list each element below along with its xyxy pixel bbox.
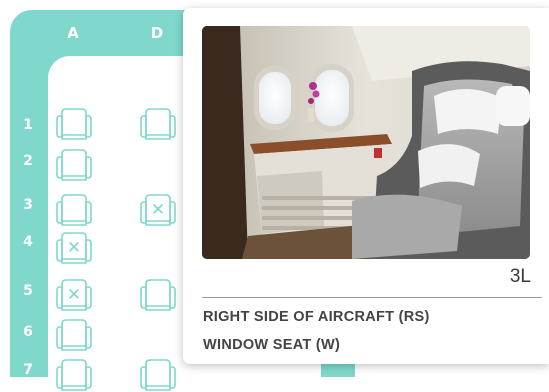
row-label-5: 5 bbox=[23, 283, 33, 299]
occupied-mark-icon: ✕ bbox=[66, 285, 82, 305]
seat-2a[interactable] bbox=[54, 148, 94, 182]
seat-side-description: RIGHT SIDE OF AIRCRAFT (RS) bbox=[203, 309, 430, 325]
occupied-mark-icon: ✕ bbox=[150, 200, 166, 220]
seat-5a: ✕ bbox=[54, 278, 94, 312]
row-label-6: 6 bbox=[23, 324, 33, 340]
column-label-a: A bbox=[67, 24, 79, 42]
seat-7d[interactable] bbox=[138, 358, 178, 392]
seat-5d[interactable] bbox=[138, 278, 178, 312]
occupied-mark-icon: ✕ bbox=[66, 238, 82, 258]
row-label-3: 3 bbox=[23, 197, 33, 213]
row-label-2: 2 bbox=[23, 153, 33, 169]
divider bbox=[202, 297, 542, 298]
seat-1d[interactable] bbox=[138, 107, 178, 141]
seat-type-description: WINDOW SEAT (W) bbox=[203, 337, 341, 353]
seat-3d: ✕ bbox=[138, 193, 178, 227]
seat-4a: ✕ bbox=[54, 231, 94, 265]
seat-6a[interactable] bbox=[54, 318, 94, 352]
seat-photo bbox=[202, 26, 530, 259]
column-label-d: D bbox=[150, 24, 164, 42]
seat-3a[interactable] bbox=[54, 193, 94, 227]
seat-7a[interactable] bbox=[54, 358, 94, 392]
row-label-7: 7 bbox=[23, 362, 33, 378]
row-label-1: 1 bbox=[23, 117, 33, 133]
seat-code: 3L bbox=[509, 266, 531, 287]
row-label-4: 4 bbox=[23, 234, 33, 250]
seat-1a[interactable] bbox=[54, 107, 94, 141]
seat-info-popup: 3L RIGHT SIDE OF AIRCRAFT (RS) WINDOW SE… bbox=[183, 8, 549, 364]
